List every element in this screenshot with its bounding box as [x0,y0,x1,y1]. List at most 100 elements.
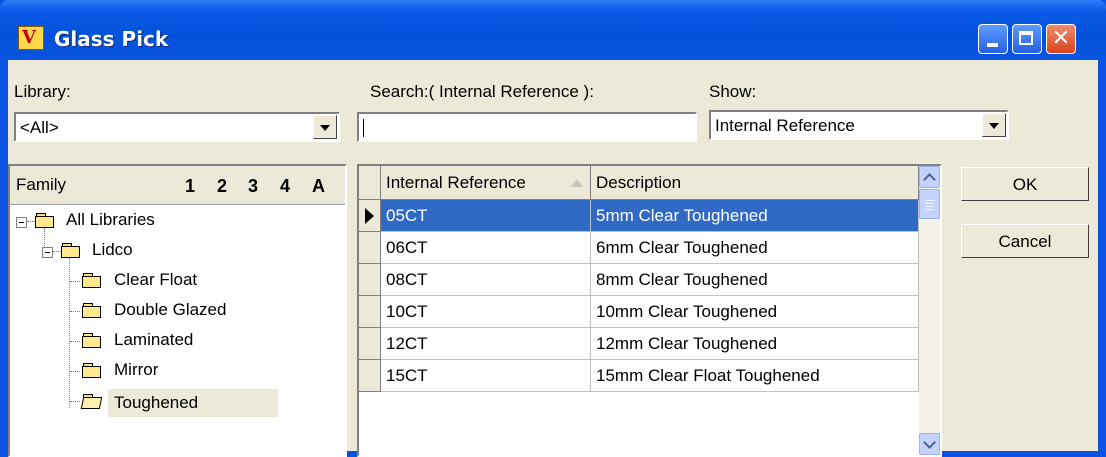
maximize-icon [1019,31,1033,45]
cell-text: 12CT [386,334,428,353]
tree-node-label: Lidco [92,240,133,259]
column-header-label: Internal Reference [386,173,526,192]
cell-internal-reference[interactable]: 10CT [381,296,591,328]
row-selector[interactable] [359,296,381,328]
column-header-internal-reference[interactable]: Internal Reference [381,166,591,200]
level-1-button[interactable]: 1 [185,176,195,197]
maximize-button[interactable] [1012,24,1042,54]
family-panel: Family 1 2 3 4 A All Libraries Lidco Cle… [8,164,347,457]
title-bar[interactable]: V Glass Pick ✕ [0,0,1106,60]
scroll-down-icon[interactable] [919,433,940,455]
cell-text: 8mm Clear Toughened [596,270,768,289]
tree-node-all-libraries[interactable]: All Libraries [10,207,340,235]
row-selector[interactable] [359,328,381,360]
scroll-up-icon[interactable] [919,166,940,188]
row-selector[interactable] [359,264,381,296]
ok-button[interactable]: OK [961,167,1089,201]
cell-text: 10mm Clear Toughened [596,302,778,321]
tree-node-label: Clear Float [114,270,198,289]
cell-description[interactable]: 5mm Clear Toughened [591,200,919,232]
table-row[interactable]: 08CT 8mm Clear Toughened [359,264,919,296]
collapse-icon[interactable] [42,247,53,258]
cell-description[interactable]: 15mm Clear Float Toughened [591,360,919,392]
cell-description[interactable]: 12mm Clear Toughened [591,328,919,360]
minimize-button[interactable] [978,24,1008,54]
cell-text: 10CT [386,302,428,321]
cell-internal-reference[interactable]: 06CT [381,232,591,264]
folder-icon [82,273,102,288]
app-icon[interactable]: V [18,26,44,50]
table-row[interactable]: 12CT 12mm Clear Toughened [359,328,919,360]
family-title: Family [16,175,67,194]
tree-node-label: Laminated [114,330,194,349]
level-2-button[interactable]: 2 [217,176,227,197]
search-input[interactable] [357,112,697,142]
cell-text: 06CT [386,238,428,257]
folder-icon [82,303,102,318]
level-all-button[interactable]: A [312,176,325,197]
cell-text: 08CT [386,270,428,289]
tree-node-lidco[interactable]: Lidco [10,237,340,265]
tree-node-laminated[interactable]: Laminated [10,327,340,355]
cell-description[interactable]: 10mm Clear Toughened [591,296,919,328]
window-title: Glass Pick [54,27,169,51]
collapse-icon[interactable] [16,217,27,228]
cancel-button[interactable]: Cancel [961,224,1089,258]
sort-ascending-icon [571,179,583,187]
show-select[interactable]: Internal Reference [709,110,1009,140]
text-caret [363,119,364,137]
cell-internal-reference[interactable]: 05CT [381,200,591,232]
cell-text: 15CT [386,366,428,385]
row-selector[interactable] [359,360,381,392]
cell-description[interactable]: 6mm Clear Toughened [591,232,919,264]
show-dropdown-button[interactable] [982,113,1006,137]
row-selector[interactable] [359,200,381,232]
app-icon-letter: V [22,27,36,48]
cell-internal-reference[interactable]: 08CT [381,264,591,296]
show-label: Show: [709,82,757,101]
cancel-button-label: Cancel [998,232,1052,251]
close-button[interactable]: ✕ [1046,24,1076,54]
level-3-button[interactable]: 3 [248,176,258,197]
cell-text: 05CT [386,206,428,225]
search-label: Search:( Internal Reference ): [370,82,594,101]
tree-node-toughened[interactable]: Toughened [10,387,340,417]
vertical-scrollbar[interactable] [919,166,940,455]
library-value: <All> [20,118,59,137]
tree-node-label: Toughened [114,393,199,412]
row-selector[interactable] [359,232,381,264]
cell-text: 6mm Clear Toughened [596,238,768,257]
table-row[interactable]: 15CT 15mm Clear Float Toughened [359,360,919,392]
tree-node-label: All Libraries [66,210,155,229]
library-dropdown-button[interactable] [313,115,337,139]
cell-internal-reference[interactable]: 12CT [381,328,591,360]
tree-node-label: Mirror [114,360,159,379]
cell-text: 15mm Clear Float Toughened [596,366,820,385]
minimize-icon [987,43,998,47]
cell-internal-reference[interactable]: 15CT [381,360,591,392]
library-select[interactable]: <All> [14,112,340,142]
tree-node-mirror[interactable]: Mirror [10,357,340,385]
current-row-pointer-icon [365,208,374,224]
open-folder-icon [80,394,103,409]
folder-icon [82,363,102,378]
column-header-description[interactable]: Description [591,166,919,200]
table-row[interactable]: 05CT 5mm Clear Toughened [359,200,919,232]
tree-node-label: Double Glazed [114,300,227,319]
folder-icon [82,333,102,348]
level-4-button[interactable]: 4 [280,176,290,197]
family-header: Family 1 2 3 4 A [10,166,345,205]
table-row[interactable]: 10CT 10mm Clear Toughened [359,296,919,328]
cell-description[interactable]: 8mm Clear Toughened [591,264,919,296]
tree-node-double-glazed[interactable]: Double Glazed [10,297,340,325]
cell-text: 5mm Clear Toughened [596,206,768,225]
library-label: Library: [14,82,71,101]
tree-node-clear-float[interactable]: Clear Float [10,267,340,295]
table-row[interactable]: 06CT 6mm Clear Toughened [359,232,919,264]
close-icon: ✕ [1051,26,1071,51]
row-header-corner [359,166,381,200]
column-header-label: Description [596,173,682,192]
cell-text: 12mm Clear Toughened [596,334,778,353]
scroll-thumb[interactable] [919,189,940,219]
show-value: Internal Reference [715,116,855,135]
